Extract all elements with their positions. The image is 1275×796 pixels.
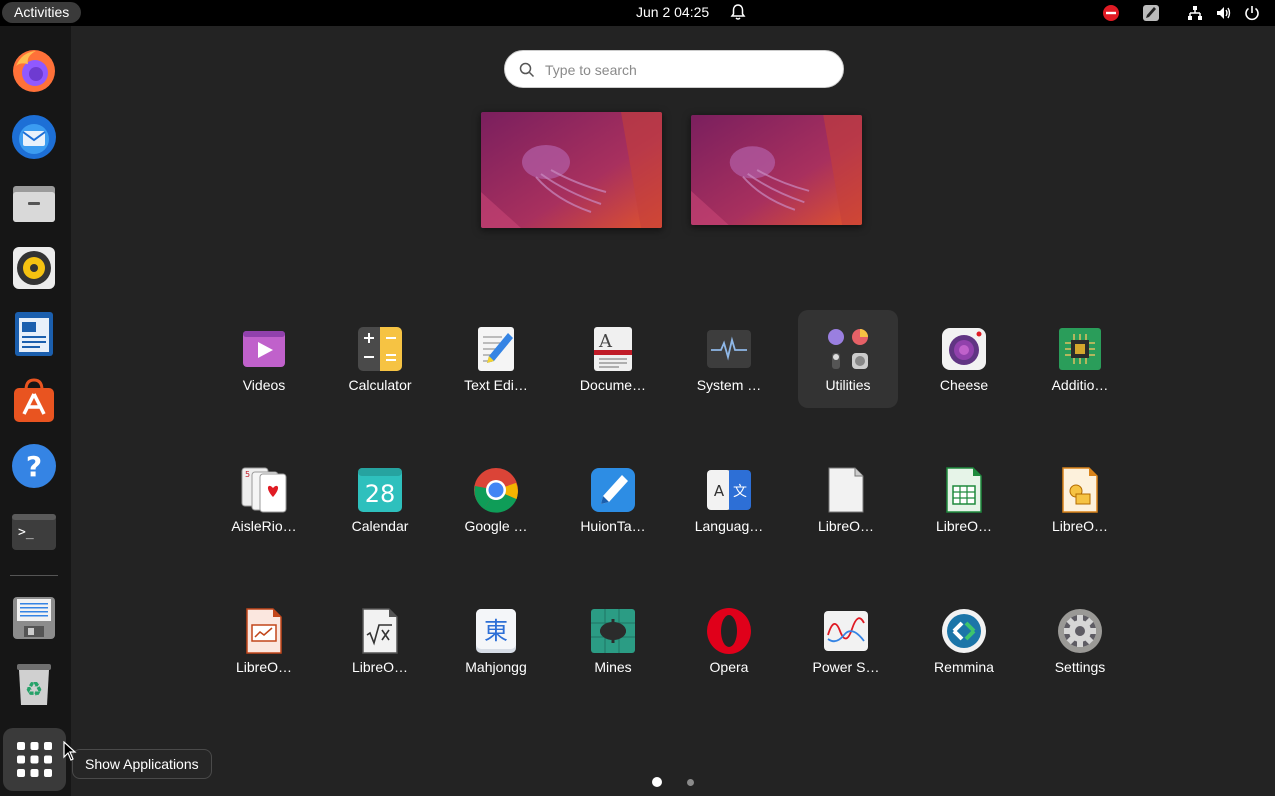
svg-text:28: 28 <box>365 480 396 508</box>
network-wired-icon[interactable] <box>1186 4 1204 22</box>
svg-text:?: ? <box>26 450 42 483</box>
app-libreoffice-calc[interactable]: LibreO… <box>914 451 1014 549</box>
utilities-folder-icon <box>828 329 868 369</box>
app-power-statistics[interactable]: Power S… <box>796 592 896 690</box>
app-opera[interactable]: Opera <box>679 592 779 690</box>
calendar-icon: 28 <box>358 468 402 512</box>
mines-icon <box>591 609 635 653</box>
libreoffice-calc-icon <box>946 467 982 513</box>
remmina-icon <box>942 609 986 653</box>
volume-icon[interactable] <box>1215 4 1233 22</box>
notification-bell-icon[interactable] <box>729 3 747 21</box>
app-libreoffice-impress[interactable]: LibreO… <box>214 592 314 690</box>
mahjongg-icon: 東 <box>476 609 516 653</box>
top-bar: Activities Jun 2 04:25 <box>0 0 1275 26</box>
show-applications-button[interactable] <box>3 728 66 791</box>
search-icon <box>519 62 535 78</box>
power-statistics-icon <box>824 611 868 651</box>
document-viewer-icon: A <box>594 327 632 371</box>
svg-text:A: A <box>714 482 725 500</box>
svg-text:東: 東 <box>484 617 508 645</box>
app-document-viewer[interactable]: A Docume… <box>563 310 663 408</box>
libreoffice-math-icon <box>362 608 398 654</box>
firefox-icon[interactable] <box>10 46 58 94</box>
app-libreoffice-math[interactable]: LibreO… <box>330 592 430 690</box>
app-videos[interactable]: Videos <box>214 310 314 408</box>
language-support-icon: A 文 <box>707 470 751 510</box>
app-language-support[interactable]: A 文 Languag… <box>679 451 779 549</box>
app-text-editor[interactable]: Text Edi… <box>446 310 546 408</box>
cheese-icon <box>942 328 986 370</box>
app-calculator[interactable]: Calculator <box>330 310 430 408</box>
app-mines[interactable]: Mines <box>563 592 663 690</box>
svg-text:5: 5 <box>245 470 250 479</box>
app-utilities-folder[interactable]: Utilities <box>798 310 898 408</box>
system-monitor-icon <box>707 330 751 368</box>
libreoffice-icon <box>828 467 864 513</box>
huion-tablet-icon <box>591 468 635 512</box>
workspace-thumbnail-1[interactable] <box>481 112 662 228</box>
do-not-disturb-icon[interactable] <box>1102 4 1120 22</box>
activities-button[interactable]: Activities <box>2 2 82 23</box>
dock: ? >_ ♻ <box>0 26 71 796</box>
page-indicator-1[interactable] <box>652 777 662 787</box>
terminal-icon[interactable]: >_ <box>10 508 58 556</box>
svg-text:A: A <box>598 331 613 352</box>
search-box[interactable] <box>504 50 844 88</box>
app-calendar[interactable]: 28 Calendar <box>330 451 430 549</box>
app-google-chrome[interactable]: Google … <box>446 451 546 549</box>
files-icon[interactable] <box>10 178 58 226</box>
search-input[interactable] <box>545 59 825 81</box>
libreoffice-draw-icon <box>1062 467 1098 513</box>
chrome-icon <box>474 468 518 513</box>
mouse-cursor-icon <box>63 741 77 761</box>
app-settings[interactable]: Settings <box>1030 592 1130 690</box>
help-icon[interactable]: ? <box>10 442 58 490</box>
save-drive-icon[interactable] <box>10 594 58 642</box>
page-indicator-2[interactable] <box>687 779 694 786</box>
app-libreoffice-draw[interactable]: LibreO… <box>1030 451 1130 549</box>
rhythmbox-icon[interactable] <box>10 244 58 292</box>
app-grid-icon <box>17 742 52 777</box>
libreoffice-impress-icon <box>246 608 282 654</box>
jellyfish-wallpaper <box>481 112 662 228</box>
power-icon[interactable] <box>1243 4 1261 22</box>
calculator-icon <box>358 327 402 371</box>
app-libreoffice[interactable]: LibreO… <box>796 451 896 549</box>
app-additional-drivers[interactable]: Additio… <box>1030 310 1130 408</box>
app-huion-tablet[interactable]: HuionTa… <box>563 451 663 549</box>
show-applications-tooltip: Show Applications <box>72 749 212 779</box>
svg-text:文: 文 <box>733 484 747 500</box>
additional-drivers-icon <box>1059 328 1101 370</box>
ubuntu-software-icon[interactable] <box>10 376 58 424</box>
app-system-monitor[interactable]: System … <box>679 310 779 408</box>
opera-icon <box>707 608 751 654</box>
libreoffice-writer-icon[interactable] <box>10 310 58 358</box>
app-remmina[interactable]: Remmina <box>914 592 1014 690</box>
trash-icon[interactable]: ♻ <box>10 660 58 708</box>
app-aisleriot[interactable]: 5 AisleRio… <box>214 451 314 549</box>
tablet-pen-icon[interactable] <box>1142 4 1160 22</box>
app-mahjongg[interactable]: 東 Mahjongg <box>446 592 546 690</box>
jellyfish-wallpaper <box>691 115 862 225</box>
app-cheese[interactable]: Cheese <box>914 310 1014 408</box>
thunderbird-icon[interactable] <box>10 112 58 160</box>
text-editor-icon <box>478 327 514 371</box>
dock-separator <box>10 575 58 576</box>
svg-text:>_: >_ <box>18 525 34 540</box>
svg-text:♻: ♻ <box>25 677 43 701</box>
settings-icon <box>1058 609 1102 653</box>
workspace-thumbnail-2[interactable] <box>691 115 862 225</box>
aisleriot-icon: 5 <box>241 467 287 513</box>
videos-icon <box>243 331 285 367</box>
clock[interactable]: Jun 2 04:25 <box>636 4 709 20</box>
